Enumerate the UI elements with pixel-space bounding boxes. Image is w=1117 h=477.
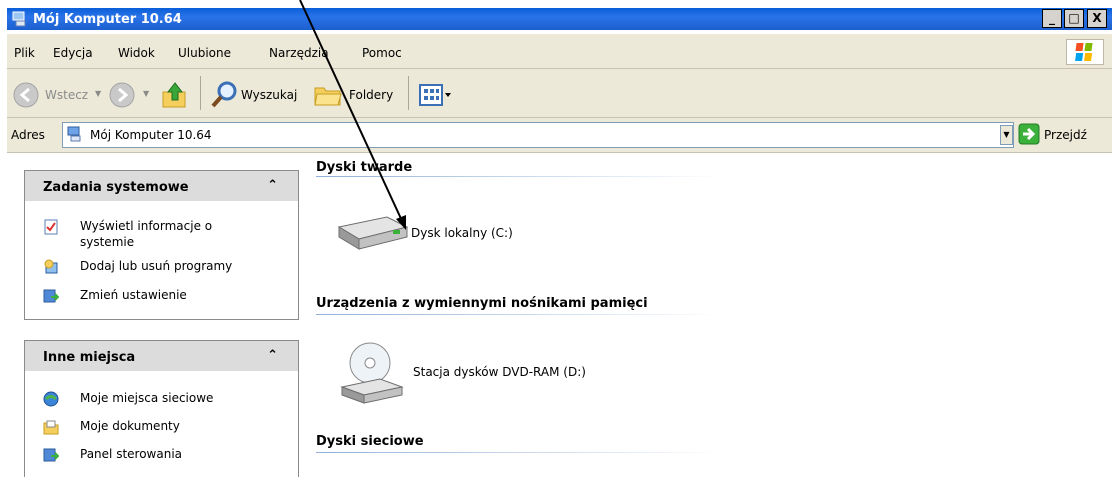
group-divider [316,314,723,315]
other-places-panel: Inne miejsca ⌃ Moje miejsca sieciowe Moj… [24,340,299,477]
go-arrow-icon[interactable] [1018,123,1040,145]
search-icon[interactable] [210,80,240,110]
add-remove-programs-icon [43,259,59,275]
group-network-title: Dyski sieciowe [316,434,424,449]
dvd-drive-icon[interactable] [336,337,406,407]
window-title: Mój Komputer 10.64 [33,12,182,27]
close-button[interactable]: X [1087,9,1107,28]
other-places-title: Inne miejsca [43,350,136,365]
view-icon[interactable] [418,81,452,109]
toolbar-separator [408,76,409,110]
folders-icon[interactable] [313,80,343,110]
collapse-chevron-icon[interactable]: ⌃ [267,178,278,193]
control-panel-icon [43,288,60,304]
menu-edycja[interactable]: Edycja [53,46,93,60]
my-computer-icon [67,126,83,142]
drive-d-label[interactable]: Stacja dysków DVD-RAM (D:) [413,365,586,379]
system-tasks-panel: Zadania systemowe ⌃ Wyświetl informacje … [24,170,299,320]
address-dropdown-button[interactable]: ▼ [1000,125,1013,145]
menu-ulubione[interactable]: Ulubione [178,46,231,60]
group-removable-title: Urządzenia z wymiennymi nośnikami pamięc… [316,296,648,311]
task-label: systemie [80,235,135,249]
menu-widok[interactable]: Widok [118,46,155,60]
task-label: Dodaj lub usuń programy [80,259,233,273]
other-places-header[interactable]: Inne miejsca ⌃ [25,341,298,371]
control-panel-icon [43,447,60,463]
menu-narzedzia[interactable]: Narzędzia [269,46,329,60]
task-label: Zmień ustawienie [80,288,187,302]
place-label: Moje dokumenty [80,419,180,433]
my-computer-icon [12,11,28,27]
back-arrow-icon[interactable] [13,82,39,108]
go-button[interactable]: Przejdź [1044,128,1087,142]
back-button[interactable]: Wstecz [45,88,88,102]
my-documents-icon [43,419,59,435]
system-tasks-header[interactable]: Zadania systemowe ⌃ [25,171,298,201]
system-info-icon [43,219,59,235]
menu-pomoc[interactable]: Pomoc [362,46,402,60]
address-value: Mój Komputer 10.64 [90,128,212,142]
network-places-icon [43,391,59,407]
hard-drive-icon[interactable] [333,213,411,255]
back-dropdown-icon[interactable]: ▼ [95,89,101,98]
maximize-button[interactable]: □ [1064,9,1084,28]
forward-dropdown-icon[interactable]: ▼ [143,89,149,98]
place-label: Panel sterowania [80,447,182,461]
menu-bar [7,34,1112,69]
task-label: Wyświetl informacje o [80,219,213,233]
windows-logo-icon [1066,39,1104,65]
system-tasks-title: Zadania systemowe [43,180,189,195]
collapse-chevron-icon[interactable]: ⌃ [267,348,278,363]
group-divider [316,452,723,453]
place-label: Moje miejsca sieciowe [80,391,214,405]
toolbar-separator [200,76,201,110]
forward-arrow-icon[interactable] [109,82,135,108]
folders-button[interactable]: Foldery [349,88,393,102]
drive-c-label[interactable]: Dysk lokalny (C:) [411,226,513,240]
folder-up-icon[interactable] [161,80,189,110]
group-divider [316,176,723,177]
address-label: Adres [11,128,45,142]
minimize-button[interactable]: _ [1042,9,1062,28]
search-button[interactable]: Wyszukaj [241,88,297,102]
menu-plik[interactable]: Plik [14,46,35,60]
group-hard-disks-title: Dyski twarde [316,160,413,175]
